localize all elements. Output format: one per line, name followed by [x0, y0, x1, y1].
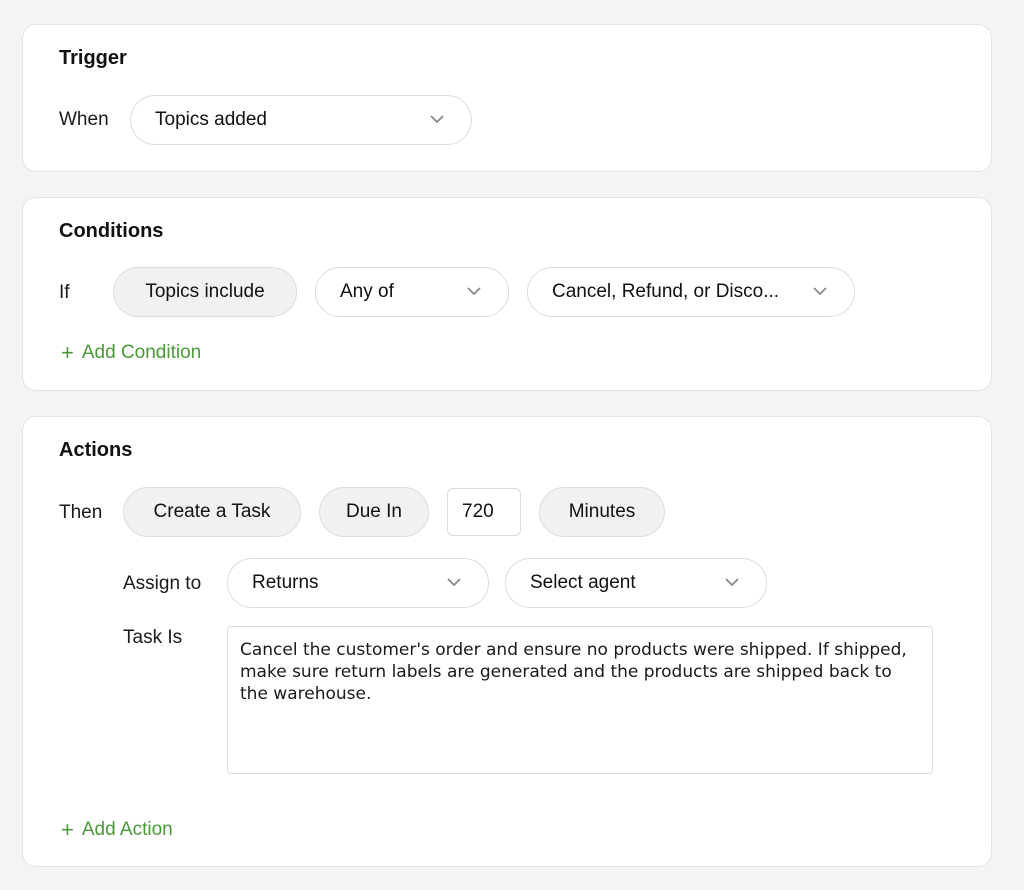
add-condition-label: Add Condition [81, 342, 202, 363]
add-action-label: Add Action [81, 819, 173, 840]
condition-field-chip[interactable]: Topics include [113, 267, 297, 317]
due-value-input[interactable]: 720 [447, 488, 521, 536]
due-unit-chip[interactable]: Minutes [539, 487, 665, 537]
then-label: Then [59, 502, 103, 523]
action-type-value: Create a Task [153, 501, 271, 522]
action-type-chip[interactable]: Create a Task [123, 487, 301, 537]
condition-value-select[interactable]: Cancel, Refund, or Disco... [527, 267, 855, 317]
chevron-down-icon [725, 578, 739, 587]
trigger-title: Trigger [59, 47, 127, 69]
when-label: When [59, 109, 109, 130]
conditions-card: Conditions If Topics include Any of Canc… [22, 197, 992, 391]
actions-card: Actions Then Create a Task Due In 720 Mi… [22, 416, 992, 867]
conditions-title: Conditions [59, 220, 164, 242]
due-value-text: 720 [462, 501, 494, 522]
task-description-textarea[interactable]: Cancel the customer's order and ensure n… [227, 626, 933, 774]
add-condition-button[interactable]: + Add Condition [61, 342, 201, 364]
chevron-down-icon [447, 578, 461, 587]
assign-team-select[interactable]: Returns [227, 558, 489, 608]
assign-to-label: Assign to [123, 573, 202, 594]
due-in-label: Due In [346, 501, 402, 522]
chevron-down-icon [467, 287, 481, 296]
trigger-card: Trigger When Topics added [22, 24, 992, 172]
if-label: If [59, 282, 70, 303]
condition-operator-value: Any of [340, 281, 394, 302]
assign-agent-value: Select agent [530, 572, 636, 593]
actions-title: Actions [59, 439, 133, 461]
chevron-down-icon [430, 115, 444, 124]
condition-value-text: Cancel, Refund, or Disco... [552, 281, 780, 302]
plus-icon: + [61, 340, 74, 365]
due-unit-value: Minutes [568, 501, 636, 522]
condition-field-value: Topics include [145, 281, 265, 302]
assign-team-value: Returns [252, 572, 319, 593]
condition-operator-select[interactable]: Any of [315, 267, 509, 317]
due-in-chip[interactable]: Due In [319, 487, 429, 537]
trigger-event-select[interactable]: Topics added [130, 95, 472, 145]
assign-agent-select[interactable]: Select agent [505, 558, 767, 608]
chevron-down-icon [813, 287, 827, 296]
plus-icon: + [61, 817, 74, 842]
task-is-label: Task Is [123, 627, 183, 648]
trigger-event-value: Topics added [155, 109, 267, 130]
add-action-button[interactable]: + Add Action [61, 819, 173, 841]
